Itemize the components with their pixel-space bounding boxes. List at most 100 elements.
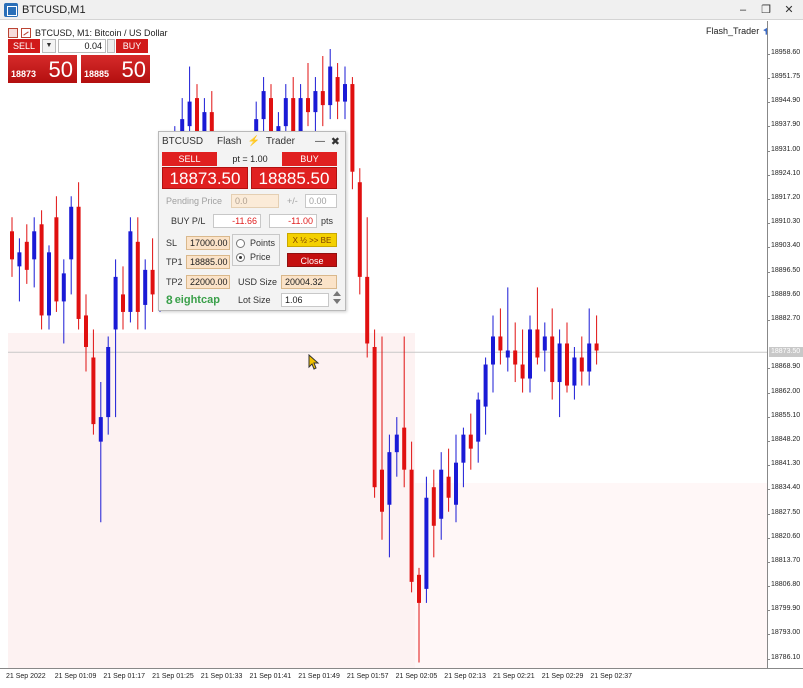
candle-body: [454, 462, 458, 505]
price-tick-label: 18910.30: [767, 218, 803, 225]
candle-body: [483, 364, 488, 407]
buy-price-large: 50: [121, 57, 146, 82]
candle-body: [47, 252, 51, 316]
candle-body: [498, 336, 503, 351]
candle-body: [39, 224, 44, 316]
candle: [17, 238, 22, 302]
radio-points[interactable]: [236, 239, 245, 248]
time-axis[interactable]: 21 Sep 2022 21 Sep 01:09 21 Sep 01:17 21 Se…: [0, 668, 803, 688]
flash-trader-title-left: Flash: [217, 135, 242, 147]
candle: [483, 357, 488, 435]
usd-size-label: USD Size: [238, 277, 278, 287]
mt-chart-window: BTCUSD,M1 – ❐ ✕ BTCUSD, M1: Bitcoin / US…: [0, 0, 803, 688]
lot-size-input[interactable]: 1.06: [281, 293, 329, 307]
candle: [306, 63, 310, 127]
candle: [61, 259, 66, 344]
candle: [402, 336, 407, 488]
minimize-button[interactable]: –: [733, 2, 753, 18]
candle-body: [513, 350, 518, 365]
window-titlebar[interactable]: BTCUSD,M1 – ❐ ✕: [0, 0, 803, 20]
candle: [98, 382, 103, 523]
time-tick-label: 21 Sep 02:29: [541, 673, 584, 680]
candle-body: [431, 487, 436, 526]
panel-close-button[interactable]: ✖: [331, 135, 340, 148]
close-button[interactable]: ✕: [779, 2, 799, 18]
chart-area[interactable]: [0, 21, 767, 668]
ft-sell-price[interactable]: 18873.50: [162, 167, 248, 189]
candle: [24, 224, 29, 284]
price-tick-label: 18841.30: [767, 460, 803, 467]
candle-body: [61, 273, 66, 302]
chart-window-icon: [4, 2, 18, 17]
candle-body: [24, 241, 29, 270]
candle-body: [594, 343, 599, 351]
radio-price[interactable]: [236, 253, 245, 262]
half-to-breakeven-button[interactable]: X ½ >> BE: [287, 233, 337, 247]
candle-body: [350, 84, 355, 172]
candle: [91, 329, 96, 435]
price-tick-label: 18834.40: [767, 484, 803, 491]
candle-body: [520, 364, 525, 379]
expert-advisor-name: Flash_Trader: [706, 26, 760, 36]
flash-trader-titlebar[interactable]: BTCUSD Flash ⚡ Trader — ✖: [159, 132, 345, 150]
candle: [76, 182, 81, 330]
candle: [313, 77, 318, 137]
close-position-button[interactable]: Close: [287, 253, 337, 267]
lot-size-spinner-icon[interactable]: [332, 291, 342, 305]
candle-body: [535, 329, 540, 358]
candle-body: [417, 574, 421, 603]
panel-minimize-button[interactable]: —: [315, 136, 325, 147]
time-tick-label: 21 Sep 02:05: [395, 673, 438, 680]
sl-input[interactable]: 17000.00: [186, 236, 230, 250]
one-click-sell-price[interactable]: 18873 50: [8, 55, 77, 83]
candle: [365, 217, 370, 358]
candle: [335, 63, 340, 120]
price-axis[interactable]: 18958.60 18951.75 18944.90 18937.90 18931.00…: [767, 21, 803, 668]
ft-buy-price[interactable]: 18885.50: [251, 167, 337, 189]
lot-spinner[interactable]: [107, 39, 115, 53]
candle: [343, 66, 347, 120]
price-tick-label: 18799.90: [767, 605, 803, 612]
price-tick-label: 18848.20: [767, 436, 803, 443]
chart-type-icon[interactable]: [21, 28, 31, 38]
candle: [491, 315, 495, 393]
price-tick-label: 18951.75: [767, 73, 803, 80]
ft-buy-button[interactable]: BUY: [282, 152, 337, 166]
candle-body: [10, 231, 14, 260]
window-title: BTCUSD,M1: [22, 3, 86, 16]
candle-body: [84, 315, 88, 347]
candle: [417, 567, 421, 663]
pending-price-input[interactable]: 0.0: [231, 194, 279, 208]
one-click-lot-input[interactable]: 0.04: [58, 39, 106, 53]
candle-body: [187, 101, 192, 127]
price-tick-label: 18786.10: [767, 654, 803, 661]
restore-button[interactable]: ❐: [756, 2, 776, 18]
one-click-sell-button[interactable]: SELL: [8, 39, 40, 53]
usd-size-input[interactable]: 20004.32: [281, 275, 337, 289]
candle-body: [343, 84, 347, 102]
candle-body: [528, 329, 532, 379]
candle-body: [372, 346, 377, 488]
flash-trader-symbol: BTCUSD: [162, 135, 204, 147]
candle-body: [357, 182, 362, 277]
candle-body: [468, 434, 473, 449]
tp1-input[interactable]: 18885.00: [186, 255, 230, 269]
candle-body: [550, 336, 555, 383]
candle-body: [320, 91, 325, 106]
tp2-input[interactable]: 22000.00: [186, 275, 230, 289]
plus-minus-input[interactable]: 0.00: [305, 194, 337, 208]
lot-dropdown-icon[interactable]: ▼: [42, 39, 56, 53]
symbol-list-icon[interactable]: [8, 28, 18, 38]
price-tick-label: 18917.20: [767, 194, 803, 201]
pts-label: pts: [321, 216, 334, 226]
candle: [54, 196, 59, 312]
mouse-cursor-icon: [308, 354, 320, 370]
ft-sell-button[interactable]: SELL: [162, 152, 217, 166]
candle-body: [587, 343, 592, 372]
candle: [572, 346, 577, 400]
price-tick-label: 18868.90: [767, 363, 803, 370]
one-click-buy-button[interactable]: BUY: [116, 39, 148, 53]
sl-tp-mode-group: Points Price: [232, 234, 280, 266]
one-click-buy-price[interactable]: 18885 50: [81, 55, 150, 83]
candle-body: [283, 98, 288, 127]
